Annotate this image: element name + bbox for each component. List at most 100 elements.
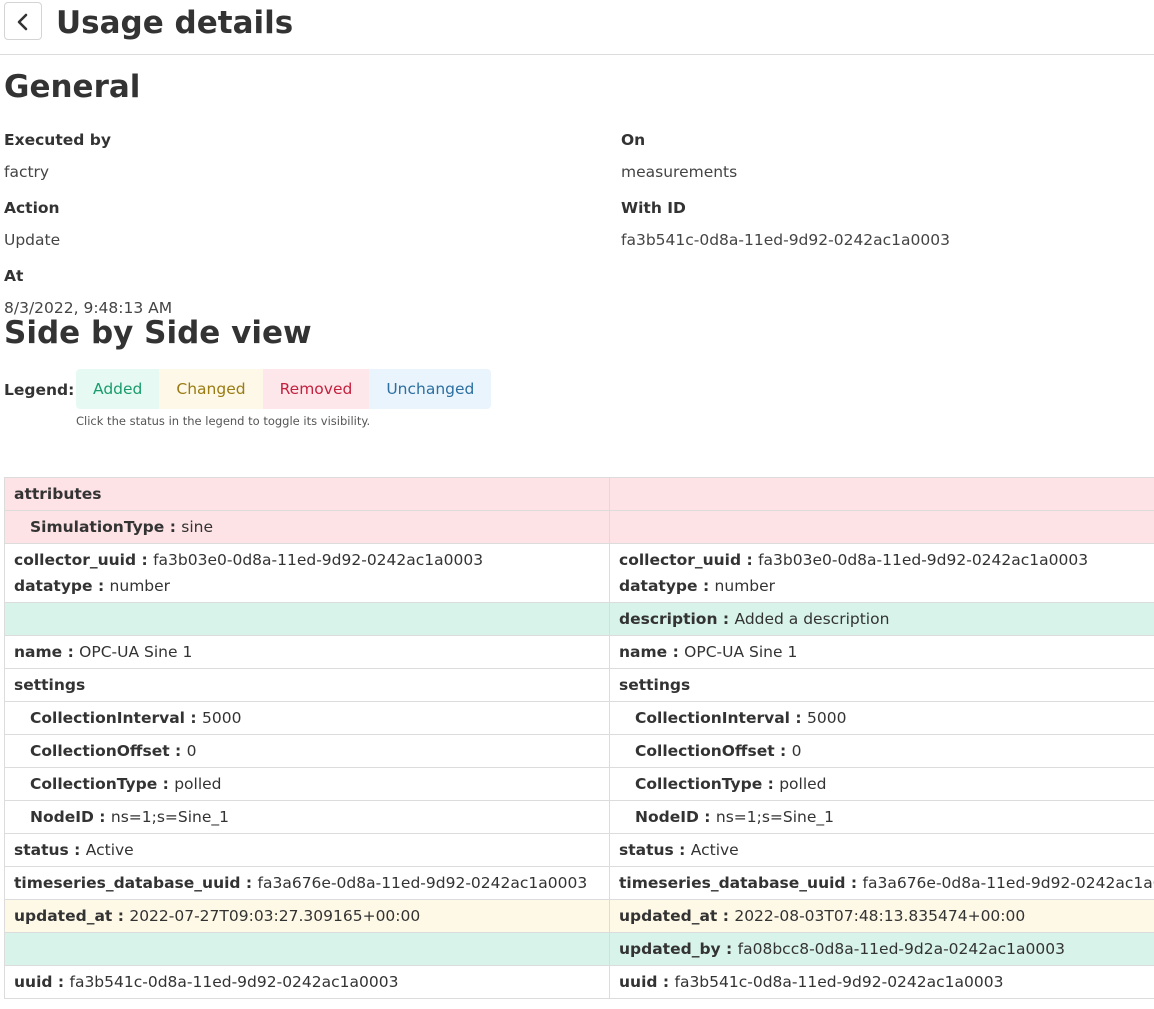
diff-cell-right: CollectionInterval : 5000 <box>609 701 1154 735</box>
at-value: 8/3/2022, 9:48:13 AM <box>4 299 173 317</box>
diff-value: number <box>109 577 171 595</box>
diff-separator: : <box>112 907 130 925</box>
general-info: Executed by factry Action Update At 8/3/… <box>0 105 1154 317</box>
diff-key: CollectionOffset <box>30 742 170 760</box>
action-value: Update <box>4 231 61 249</box>
diff-row-unchanged: CollectionType : polled CollectionType : … <box>4 767 1154 801</box>
diff-row-unchanged: collector_uuid : fa3b03e0-0d8a-11ed-9d92… <box>4 543 1154 603</box>
diff-separator: : <box>93 808 111 826</box>
diff-key: status <box>14 841 69 859</box>
diff-cell-right: timeseries_database_uuid : fa3a676e-0d8a… <box>609 866 1154 900</box>
diff-value: fa3b541c-0d8a-11ed-9d92-0242ac1a0003 <box>674 973 1004 991</box>
diff-value: Active <box>85 841 134 859</box>
diff-value: fa3a676e-0d8a-11ed-9d92-0242ac1a0003 <box>257 874 588 892</box>
diff-entry: name : OPC-UA Sine 1 <box>14 643 609 661</box>
diff-key: CollectionInterval <box>635 709 790 727</box>
diff-cell-left: NodeID : ns=1;s=Sine_1 <box>4 800 610 834</box>
executed-by-value: factry <box>4 163 50 181</box>
diff-cell-right: updated_at : 2022-08-03T07:48:13.835474+… <box>609 899 1154 933</box>
diff-key: NodeID <box>635 808 699 826</box>
back-button[interactable] <box>4 2 42 40</box>
diff-key: timeseries_database_uuid <box>619 874 846 892</box>
diff-cell-right: settings <box>609 668 1154 702</box>
diff-key: NodeID <box>30 808 94 826</box>
diff-cell-left <box>4 602 610 636</box>
legend-changed-toggle[interactable]: Changed <box>159 369 263 409</box>
legend-added-toggle[interactable]: Added <box>76 369 160 409</box>
diff-entry: name : OPC-UA Sine 1 <box>619 643 1154 661</box>
chevron-left-icon <box>17 13 28 31</box>
diff-value: Active <box>690 841 739 859</box>
diff-cell-left: CollectionInterval : 5000 <box>4 701 610 735</box>
diff-value: polled <box>779 775 827 793</box>
diff-key: name <box>619 643 668 661</box>
with-id-value: fa3b541c-0d8a-11ed-9d92-0242ac1a0003 <box>621 231 950 249</box>
diff-entry: CollectionOffset : 0 <box>635 742 1154 760</box>
diff-key: updated_at <box>14 907 113 925</box>
diff-cell-right <box>609 510 1154 544</box>
diff-value: OPC-UA Sine 1 <box>79 643 193 661</box>
diff-value: fa3b03e0-0d8a-11ed-9d92-0242ac1a0003 <box>758 551 1089 569</box>
diff-key: settings <box>14 676 86 694</box>
at-label: At <box>4 267 24 285</box>
diff-cell-left: uuid : fa3b541c-0d8a-11ed-9d92-0242ac1a0… <box>4 965 610 999</box>
legend-unchanged-toggle[interactable]: Unchanged <box>369 369 492 409</box>
diff-entry: updated_at : 2022-08-03T07:48:13.835474+… <box>619 907 1154 925</box>
diff-cell-right: description : Added a description <box>609 602 1154 636</box>
legend: Legend: Added Changed Removed Unchanged … <box>0 369 1154 428</box>
diff-value: 0 <box>791 742 802 760</box>
diff-cell-right: updated_by : fa08bcc8-0d8a-11ed-9d2a-024… <box>609 932 1154 966</box>
diff-row-added: description : Added a description <box>4 602 1154 636</box>
diff-entry: NodeID : ns=1;s=Sine_1 <box>30 808 609 826</box>
diff-key: CollectionInterval <box>30 709 185 727</box>
diff-separator: : <box>52 973 70 991</box>
diff-value: number <box>714 577 776 595</box>
page-title: Usage details <box>56 5 294 41</box>
legend-label: Legend: <box>4 381 75 399</box>
diff-cell-left: settings <box>4 668 610 702</box>
diff-cell-right: CollectionOffset : 0 <box>609 734 1154 768</box>
diff-entry: timeseries_database_uuid : fa3a676e-0d8a… <box>619 874 1154 892</box>
diff-entry: CollectionType : polled <box>635 775 1154 793</box>
diff-row-unchanged: CollectionInterval : 5000 CollectionInter… <box>4 701 1154 735</box>
diff-entry: attributes <box>14 485 609 503</box>
diff-key: CollectionType <box>30 775 158 793</box>
diff-separator: : <box>157 775 175 793</box>
diff-key: collector_uuid <box>14 551 137 569</box>
diff-key: attributes <box>14 485 102 503</box>
diff-cell-left: SimulationType : sine <box>4 510 610 544</box>
diff-key: CollectionType <box>635 775 763 793</box>
general-heading: General <box>4 69 141 105</box>
diff-entry: settings <box>14 676 609 694</box>
diff-row-unchanged: status : Active status : Active <box>4 833 1154 867</box>
diff-key: collector_uuid <box>619 551 742 569</box>
diff-cell-right: NodeID : ns=1;s=Sine_1 <box>609 800 1154 834</box>
diff-row-unchanged: name : OPC-UA Sine 1 name : OPC-UA Sine 1 <box>4 635 1154 669</box>
diff-separator: : <box>68 841 86 859</box>
diff-row-changed: updated_at : 2022-07-27T09:03:27.309165+… <box>4 899 1154 933</box>
diff-cell-right <box>609 477 1154 511</box>
diff-value: ns=1;s=Sine_1 <box>110 808 230 826</box>
on-label: On <box>621 131 646 149</box>
diff-entry: CollectionInterval : 5000 <box>635 709 1154 727</box>
diff-cell-right: status : Active <box>609 833 1154 867</box>
side-by-side-heading: Side by Side view <box>4 315 312 351</box>
action-label: Action <box>4 199 60 217</box>
diff-separator: : <box>774 742 792 760</box>
diff-cell-right: uuid : fa3b541c-0d8a-11ed-9d92-0242ac1a0… <box>609 965 1154 999</box>
diff-separator: : <box>62 643 80 661</box>
diff-value: fa3b541c-0d8a-11ed-9d92-0242ac1a0003 <box>69 973 399 991</box>
diff-cell-left: updated_at : 2022-07-27T09:03:27.309165+… <box>4 899 610 933</box>
diff-key: SimulationType <box>30 518 165 536</box>
legend-removed-toggle[interactable]: Removed <box>262 369 370 409</box>
diff-key: settings <box>619 676 691 694</box>
diff-separator: : <box>185 709 202 727</box>
diff-separator: : <box>667 643 685 661</box>
diff-entry: description : Added a description <box>619 610 1154 628</box>
diff-entry: updated_at : 2022-07-27T09:03:27.309165+… <box>14 907 609 925</box>
diff-entry: datatype : number <box>619 573 1154 599</box>
diff-cell-left: name : OPC-UA Sine 1 <box>4 635 610 669</box>
legend-hint: Click the status in the legend to toggle… <box>76 414 371 428</box>
diff-key: datatype <box>14 577 93 595</box>
diff-entry: updated_by : fa08bcc8-0d8a-11ed-9d2a-024… <box>619 940 1154 958</box>
